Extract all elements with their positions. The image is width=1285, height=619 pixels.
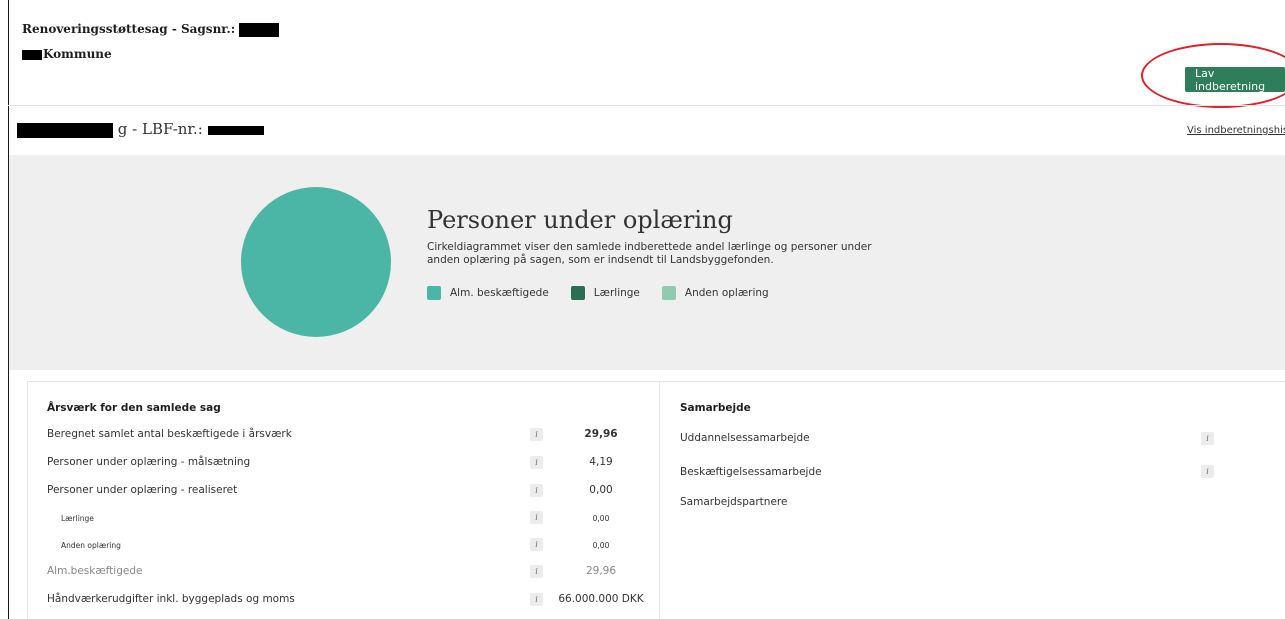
- row-label-training-realized: Personer under oplæring - realiseret: [47, 484, 238, 496]
- row-label-cooperation-partners: Samarbejdspartnere: [680, 496, 788, 508]
- row-label-training-target: Personer under oplæring - målsætning: [47, 456, 251, 468]
- chart-legend: Alm. beskæftigede Lærlinge Anden oplærin…: [427, 286, 791, 300]
- row-label-total-employed: Beregnet samlet antal beskæftigede i års…: [47, 428, 292, 440]
- cooperation-panel: Samarbejde Uddannelsessamarbejde i Beskæ…: [659, 381, 1285, 619]
- report-history-link[interactable]: Vis indberetningshistor: [1187, 125, 1285, 136]
- row-value-other-training: 0,00: [592, 541, 610, 550]
- chart-description: Cirkeldiagrammet viser den samlede indbe…: [427, 241, 872, 266]
- legend-swatch-alm: [427, 286, 441, 300]
- case-title: Renoveringsstøttesag - Sagsnr.:: [22, 22, 280, 37]
- property-title: g - LBF-nr.:: [17, 120, 264, 138]
- row-label-craftsman-costs: Håndværkerudgifter inkl. byggeplads og m…: [47, 593, 295, 605]
- info-icon[interactable]: i: [530, 428, 543, 441]
- header-divider: [8, 105, 1285, 106]
- legend-swatch-anden: [661, 286, 676, 300]
- redacted-case-number: [239, 22, 280, 37]
- row-value-total-employed: 29,96: [584, 428, 618, 440]
- row-label-apprentices: Lærlinge: [61, 514, 94, 523]
- info-icon[interactable]: i: [530, 538, 543, 551]
- pie-slices: [241, 187, 391, 337]
- info-icon[interactable]: i: [1201, 465, 1214, 478]
- pie-slice-alm-beskæftigede: [241, 187, 391, 337]
- info-icon[interactable]: i: [530, 511, 543, 524]
- legend-item-anden: Anden oplæring: [661, 286, 769, 300]
- highlight-circle: [1141, 43, 1285, 108]
- row-value-apprentices: 0,00: [592, 514, 610, 523]
- legend-label-alm: Alm. beskæftigede: [450, 287, 549, 299]
- legend-swatch-laerlinge: [570, 286, 585, 300]
- legend-item-laerlinge: Lærlinge: [570, 286, 640, 300]
- training-pie-chart: [241, 187, 391, 337]
- redacted-lbf-number: [207, 125, 264, 135]
- row-value-training-realized: 0,00: [589, 484, 613, 496]
- info-icon[interactable]: i: [530, 484, 543, 497]
- row-label-regular-employed: Alm.beskæftigede: [47, 565, 143, 577]
- chart-title: Personer under oplæring: [427, 206, 733, 234]
- info-icon[interactable]: i: [530, 565, 543, 578]
- work-years-heading: Årsværk for den samlede sag: [47, 402, 221, 414]
- case-title-text: Renoveringsstøttesag - Sagsnr.:: [22, 22, 236, 36]
- row-label-education-cooperation: Uddannelsessamarbejde: [680, 432, 810, 444]
- municipality-text: Kommune: [43, 47, 112, 61]
- legend-label-laerlinge: Lærlinge: [593, 287, 640, 299]
- redacted-property-name: [17, 122, 113, 138]
- row-label-other-training: Anden oplæring: [61, 541, 121, 550]
- row-label-employment-cooperation: Beskæftigelsessamarbejde: [680, 466, 822, 478]
- municipality: Kommune: [22, 47, 112, 61]
- cooperation-heading: Samarbejde: [680, 402, 751, 414]
- info-icon[interactable]: i: [530, 593, 543, 606]
- property-title-text: g - LBF-nr.:: [117, 120, 203, 138]
- row-value-regular-employed: 29,96: [585, 565, 617, 577]
- legend-item-alm: Alm. beskæftigede: [427, 286, 549, 300]
- legend-label-anden: Anden oplæring: [684, 287, 769, 299]
- row-value-craftsman-costs: 66.000.000 DKK: [558, 593, 644, 605]
- work-years-panel: Årsværk for den samlede sag Beregnet sam…: [27, 381, 660, 619]
- info-icon[interactable]: i: [1201, 432, 1214, 445]
- info-icon[interactable]: i: [530, 456, 543, 469]
- redacted-municipality-name: [22, 49, 42, 60]
- row-value-training-target: 4,19: [589, 456, 613, 468]
